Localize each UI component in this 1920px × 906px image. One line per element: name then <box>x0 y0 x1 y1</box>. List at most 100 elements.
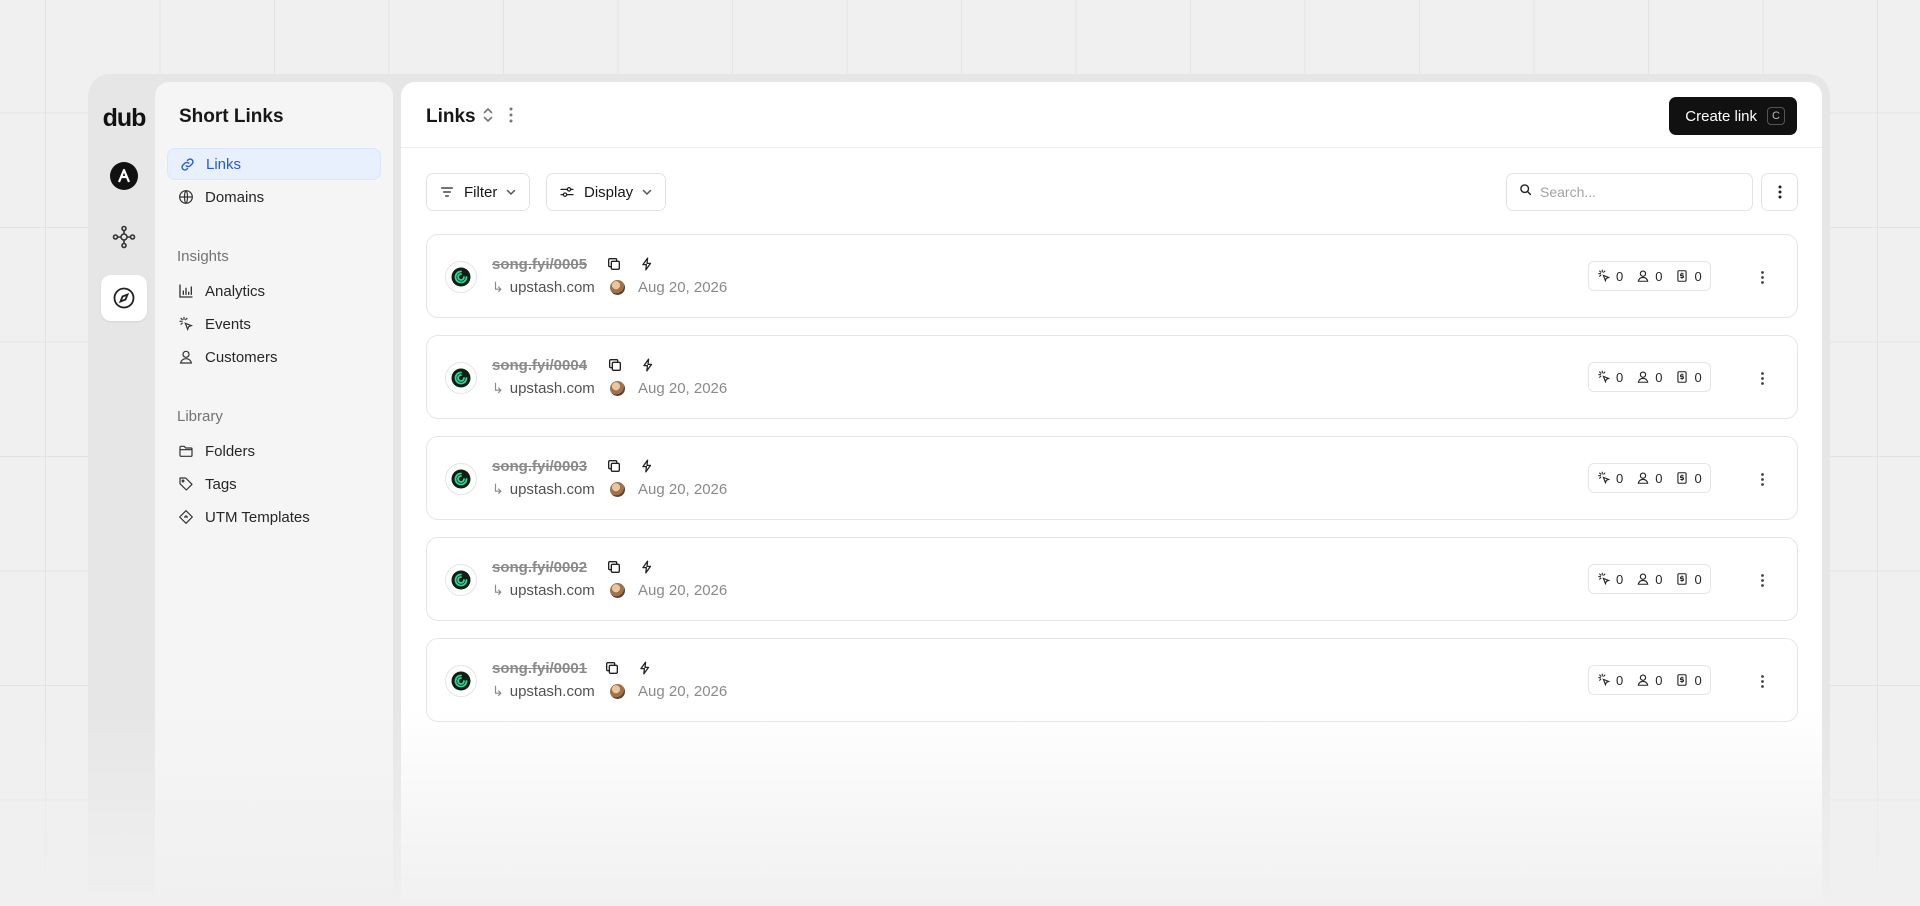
copy-icon[interactable] <box>607 357 623 378</box>
bolt-icon[interactable] <box>640 256 654 277</box>
link-row[interactable]: song.fyi/0001 ↳ upstash.com Aug 20, 2026… <box>426 638 1798 722</box>
created-date: Aug 20, 2026 <box>638 481 728 498</box>
search-box[interactable] <box>1506 173 1753 211</box>
sidebar-item-label: Customers <box>205 348 278 366</box>
chevron-up-down-icon[interactable] <box>481 106 495 129</box>
link-stats[interactable]: 0 0 0 <box>1588 362 1711 392</box>
link-icon <box>178 155 196 173</box>
row-kebab-menu-icon[interactable] <box>1750 467 1774 491</box>
leads-count: 0 <box>1655 672 1663 688</box>
main-panel: Links Create link C Filter Display Searc… <box>401 82 1822 902</box>
favicon-icon <box>445 564 477 596</box>
bolt-icon[interactable] <box>640 559 654 580</box>
copy-icon[interactable] <box>606 256 622 277</box>
hub-icon[interactable] <box>101 214 147 260</box>
short-link[interactable]: song.fyi/0001 <box>492 660 587 677</box>
leads-count: 0 <box>1655 369 1663 385</box>
leads-stat: 0 <box>1636 370 1662 385</box>
leads-count: 0 <box>1655 470 1663 486</box>
destination-url[interactable]: ↳ upstash.com <box>492 380 595 397</box>
cursor-rays-icon <box>177 315 195 333</box>
destination-text: upstash.com <box>509 683 595 700</box>
cursor-rays-icon <box>1598 370 1611 384</box>
bolt-icon[interactable] <box>641 357 655 378</box>
short-link[interactable]: song.fyi/0002 <box>492 559 587 576</box>
sliders-icon <box>559 184 575 200</box>
sidebar-item-folders[interactable]: Folders <box>167 435 381 467</box>
clicks-count: 0 <box>1616 369 1624 385</box>
sidebar-item-utm-templates[interactable]: UTM Templates <box>167 501 381 533</box>
redirect-arrow-icon: ↳ <box>492 683 504 699</box>
workspace-avatar-icon[interactable] <box>101 153 147 199</box>
dub-logo[interactable]: dub <box>103 104 147 133</box>
link-row[interactable]: song.fyi/0002 ↳ upstash.com Aug 20, 2026… <box>426 537 1798 621</box>
link-stats[interactable]: 0 0 0 <box>1588 564 1711 594</box>
favicon-icon <box>445 362 477 394</box>
sidebar-item-customers[interactable]: Customers <box>167 341 381 373</box>
search-input[interactable] <box>1540 184 1740 200</box>
destination-text: upstash.com <box>509 279 595 296</box>
bolt-icon[interactable] <box>640 458 654 479</box>
cursor-rays-icon <box>1598 471 1611 485</box>
chevron-down-icon <box>641 186 653 198</box>
display-button[interactable]: Display <box>546 173 667 211</box>
sales-count: 0 <box>1694 571 1702 587</box>
link-row[interactable]: song.fyi/0003 ↳ upstash.com Aug 20, 2026… <box>426 436 1798 520</box>
sidebar-item-label: Links <box>206 155 242 173</box>
sidebar-item-tags[interactable]: Tags <box>167 468 381 500</box>
link-row[interactable]: song.fyi/0004 ↳ upstash.com Aug 20, 2026… <box>426 335 1798 419</box>
sidebar-item-label: Events <box>205 315 251 333</box>
chart-icon <box>177 282 195 300</box>
section-label-insights: Insights <box>177 248 229 265</box>
leads-stat: 0 <box>1636 269 1662 284</box>
clicks-count: 0 <box>1616 571 1624 587</box>
compass-icon[interactable] <box>101 275 147 321</box>
created-date: Aug 20, 2026 <box>638 279 728 296</box>
sidebar-item-analytics[interactable]: Analytics <box>167 275 381 307</box>
user-icon <box>1637 371 1649 383</box>
clicks-stat: 0 <box>1597 370 1623 385</box>
kebab-menu-icon[interactable] <box>508 106 514 129</box>
created-date: Aug 20, 2026 <box>638 582 728 599</box>
link-stats[interactable]: 0 0 0 <box>1588 665 1711 695</box>
row-kebab-menu-icon[interactable] <box>1750 265 1774 289</box>
more-options-button[interactable] <box>1761 173 1798 211</box>
row-kebab-menu-icon[interactable] <box>1750 669 1774 693</box>
cursor-rays-icon <box>1598 269 1611 283</box>
copy-icon[interactable] <box>606 559 622 580</box>
sidebar-title: Short Links <box>179 106 284 127</box>
sidebar-item-links[interactable]: Links <box>167 148 381 180</box>
destination-url[interactable]: ↳ upstash.com <box>492 582 595 599</box>
destination-url[interactable]: ↳ upstash.com <box>492 481 595 498</box>
short-link[interactable]: song.fyi/0005 <box>492 256 587 273</box>
receipt-dollar-icon <box>1677 573 1688 585</box>
short-link[interactable]: song.fyi/0004 <box>492 357 587 374</box>
filter-label: Filter <box>464 183 498 201</box>
sidebar-item-domains[interactable]: Domains <box>167 181 381 213</box>
destination-text: upstash.com <box>509 380 595 397</box>
destination-text: upstash.com <box>509 481 595 498</box>
copy-icon[interactable] <box>606 458 622 479</box>
row-kebab-menu-icon[interactable] <box>1750 568 1774 592</box>
link-stats[interactable]: 0 0 0 <box>1588 463 1711 493</box>
link-stats[interactable]: 0 0 0 <box>1588 261 1711 291</box>
page-header: Links Create link C <box>401 82 1822 148</box>
link-row[interactable]: song.fyi/0005 ↳ upstash.com Aug 20, 2026… <box>426 234 1798 318</box>
create-link-button[interactable]: Create link C <box>1669 97 1797 135</box>
clicks-count: 0 <box>1616 470 1624 486</box>
redirect-arrow-icon: ↳ <box>492 582 504 598</box>
bolt-icon[interactable] <box>638 660 652 681</box>
favicon-icon <box>445 665 477 697</box>
copy-icon[interactable] <box>604 660 620 681</box>
filter-button[interactable]: Filter <box>426 173 531 211</box>
user-icon <box>1637 573 1649 585</box>
sales-count: 0 <box>1694 672 1702 688</box>
kebab-menu-icon <box>1778 185 1781 199</box>
sidebar-item-events[interactable]: Events <box>167 308 381 340</box>
short-link[interactable]: song.fyi/0003 <box>492 458 587 475</box>
destination-url[interactable]: ↳ upstash.com <box>492 279 595 296</box>
row-kebab-menu-icon[interactable] <box>1750 366 1774 390</box>
sidebar-item-label: Folders <box>205 442 256 460</box>
redirect-arrow-icon: ↳ <box>492 279 504 295</box>
destination-url[interactable]: ↳ upstash.com <box>492 683 595 700</box>
